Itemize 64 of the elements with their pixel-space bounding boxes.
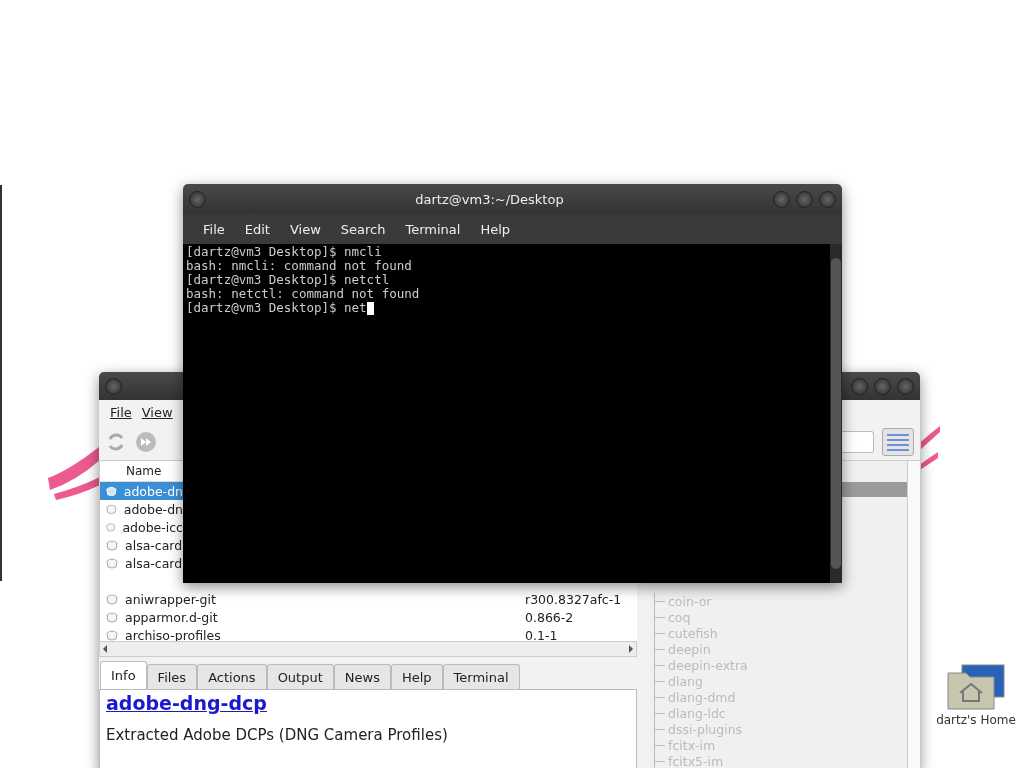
package-version: 0.1-1: [525, 627, 558, 641]
package-name: adobe-dn: [123, 483, 183, 499]
package-name: aniwrapper-git: [125, 591, 217, 607]
terminal-line: bash: netctl: command not found: [186, 287, 421, 301]
minimize-button[interactable]: [773, 190, 790, 208]
package-version: r300.8327afc-1: [525, 591, 622, 607]
tab[interactable]: Help: [390, 664, 443, 689]
package-row[interactable]: adobe-icc: [100, 518, 183, 536]
package-icon: [105, 556, 119, 570]
window-menu-button[interactable]: [189, 190, 206, 208]
window-menu-button[interactable]: [105, 377, 122, 395]
menu-item[interactable]: Help: [470, 221, 521, 237]
package-name: adobe-icc: [122, 519, 183, 535]
package-name: alsa-card: [125, 555, 183, 571]
tab[interactable]: Terminal: [442, 664, 520, 689]
package-name: alsa-card: [125, 537, 183, 553]
package-icon: [105, 520, 117, 534]
menu-item[interactable]: View: [136, 404, 178, 420]
package-icon: [105, 610, 119, 624]
package-row[interactable]: aniwrapper-git r300.8327afc-1: [100, 590, 637, 608]
horizontal-scrollbar[interactable]: [99, 641, 637, 657]
package-row[interactable]: adobe-dn: [100, 500, 183, 518]
menu-item[interactable]: View: [279, 221, 331, 237]
package-name: adobe-dn: [123, 501, 183, 517]
package-icon: [105, 538, 119, 552]
package-description: Extracted Adobe DCPs (DNG Camera Profiles): [106, 726, 449, 744]
tab[interactable]: Actions: [197, 664, 267, 689]
list-view-button[interactable]: [882, 428, 914, 456]
maximize-button[interactable]: [796, 190, 813, 208]
icon-label: dartz's Home: [936, 713, 1016, 727]
text-cursor: [366, 301, 374, 315]
vertical-scrollbar[interactable]: [907, 461, 920, 768]
close-button[interactable]: [897, 377, 914, 395]
package-icon: [105, 592, 119, 606]
menu-item[interactable]: Search: [330, 221, 396, 237]
package-icon: [105, 484, 118, 498]
package-row[interactable]: alsa-card: [100, 554, 183, 572]
menu-item[interactable]: Terminal: [395, 221, 471, 237]
terminal-line: bash: nmcli: command not found: [186, 259, 413, 273]
maximize-button[interactable]: [874, 377, 891, 395]
vertical-scrollbar[interactable]: [830, 244, 842, 583]
terminal-line: [dartz@vm3 Desktop]$ netctl: [186, 273, 391, 287]
package-row[interactable]: alsa-card: [100, 536, 183, 554]
menu-item[interactable]: File: [193, 221, 235, 237]
menu-item[interactable]: File: [105, 404, 137, 420]
close-button[interactable]: [819, 190, 836, 208]
package-icon: [105, 502, 118, 516]
fast-forward-icon[interactable]: [135, 431, 157, 453]
package-link[interactable]: adobe-dng-dcp: [106, 692, 267, 714]
tab[interactable]: Info: [100, 661, 147, 689]
list-icon: [886, 433, 910, 451]
column-header[interactable]: Name: [126, 464, 162, 478]
minimize-button[interactable]: [851, 377, 868, 395]
terminal-line: [dartz@vm3 Desktop]$ nmcli: [186, 245, 383, 259]
package-row[interactable]: apparmor.d-git 0.866-2: [100, 608, 637, 626]
tab[interactable]: Output: [266, 664, 334, 689]
menu-item[interactable]: Edit: [234, 221, 280, 237]
window-title: dartz@vm3:~/Desktop: [414, 191, 565, 207]
tab[interactable]: News: [333, 664, 391, 689]
package-name: apparmor.d-git: [125, 609, 219, 625]
package-version: 0.866-2: [525, 609, 574, 625]
terminal-line: [dartz@vm3 Desktop]$ net: [186, 301, 367, 315]
tab[interactable]: Files: [146, 664, 198, 689]
home-folder-icon[interactable]: [946, 663, 1006, 711]
